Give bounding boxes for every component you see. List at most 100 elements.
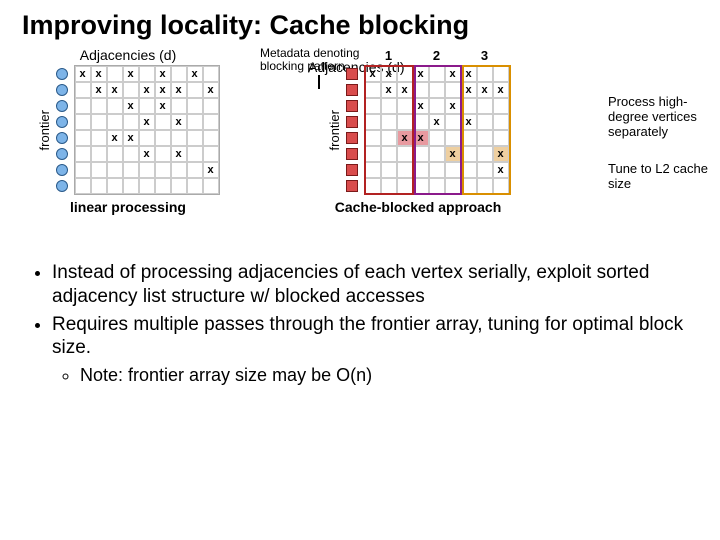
grid-cell bbox=[187, 162, 203, 178]
grid-cell bbox=[139, 130, 155, 146]
grid-cell bbox=[107, 178, 123, 194]
grid-cell bbox=[365, 130, 381, 146]
grid-cell bbox=[155, 162, 171, 178]
grid-cell bbox=[493, 114, 509, 130]
side-notes: Process high-degree vertices separately … bbox=[608, 95, 718, 192]
grid-cell: x bbox=[493, 146, 509, 162]
grid-cell: x bbox=[445, 66, 461, 82]
frontier-dot bbox=[56, 68, 68, 80]
grid-cell bbox=[493, 66, 509, 82]
grid-cell bbox=[123, 82, 139, 98]
grid-cell bbox=[139, 178, 155, 194]
grid-cell: x bbox=[381, 82, 397, 98]
grid-cell bbox=[477, 178, 493, 194]
grid-cell bbox=[381, 146, 397, 162]
grid-cell bbox=[203, 98, 219, 114]
grid-cell bbox=[461, 98, 477, 114]
grid-cell bbox=[171, 178, 187, 194]
grid-cell: x bbox=[91, 82, 107, 98]
grid-cell bbox=[75, 162, 91, 178]
grid-cell bbox=[429, 178, 445, 194]
grid-cell bbox=[365, 98, 381, 114]
grid-cell bbox=[187, 130, 203, 146]
grid-cell bbox=[461, 178, 477, 194]
left-adj-grid: xxxxxxxxxxxxxxxxxxxx bbox=[74, 65, 220, 195]
grid-cell bbox=[429, 82, 445, 98]
grid-cell: x bbox=[413, 98, 429, 114]
grid-cell bbox=[413, 146, 429, 162]
left-frontier-label: frontier bbox=[37, 110, 52, 150]
grid-cell bbox=[91, 114, 107, 130]
frontier-dot bbox=[56, 164, 68, 176]
grid-cell: x bbox=[461, 114, 477, 130]
grid-cell bbox=[155, 146, 171, 162]
grid-cell: x bbox=[171, 146, 187, 162]
grid-cell bbox=[493, 130, 509, 146]
grid-cell bbox=[365, 178, 381, 194]
grid-cell: x bbox=[107, 82, 123, 98]
grid-cell bbox=[75, 130, 91, 146]
grid-cell: x bbox=[123, 98, 139, 114]
grid-cell bbox=[397, 146, 413, 162]
grid-cell bbox=[413, 162, 429, 178]
grid-cell bbox=[187, 146, 203, 162]
grid-cell: x bbox=[429, 114, 445, 130]
grid-cell bbox=[365, 146, 381, 162]
grid-cell: x bbox=[381, 66, 397, 82]
frontier-dot bbox=[56, 100, 68, 112]
grid-cell bbox=[91, 162, 107, 178]
grid-cell bbox=[75, 146, 91, 162]
bullet-2: Requires multiple passes through the fro… bbox=[52, 313, 704, 387]
grid-cell bbox=[139, 162, 155, 178]
frontier-dot bbox=[346, 132, 358, 144]
grid-cell bbox=[107, 146, 123, 162]
grid-cell: x bbox=[155, 98, 171, 114]
grid-cell bbox=[91, 130, 107, 146]
grid-cell: x bbox=[461, 82, 477, 98]
right-panel: Adjacencies (d) frontier 1 2 3 xxxxxxxxx… bbox=[268, 47, 568, 215]
grid-cell: x bbox=[203, 162, 219, 178]
frontier-dot bbox=[346, 164, 358, 176]
grid-cell bbox=[107, 114, 123, 130]
grid-cell bbox=[203, 146, 219, 162]
grid-cell bbox=[461, 146, 477, 162]
grid-cell: x bbox=[477, 82, 493, 98]
grid-cell bbox=[155, 130, 171, 146]
grid-cell bbox=[397, 98, 413, 114]
grid-cell bbox=[187, 114, 203, 130]
right-caption: Cache-blocked approach bbox=[335, 199, 502, 215]
frontier-dot bbox=[346, 116, 358, 128]
grid-cell bbox=[477, 114, 493, 130]
bullet-list: Instead of processing adjacencies of eac… bbox=[0, 257, 720, 387]
grid-cell bbox=[139, 66, 155, 82]
grid-cell bbox=[445, 114, 461, 130]
block-num-2: 2 bbox=[413, 48, 461, 63]
grid-cell bbox=[107, 66, 123, 82]
grid-cell bbox=[397, 114, 413, 130]
grid-cell bbox=[155, 114, 171, 130]
frontier-dot bbox=[56, 148, 68, 160]
grid-cell bbox=[445, 130, 461, 146]
grid-cell bbox=[493, 98, 509, 114]
left-grid-wrap: frontier xxxxxxxxxxxxxxxxxxxx bbox=[37, 65, 220, 195]
grid-cell bbox=[429, 130, 445, 146]
grid-cell bbox=[187, 82, 203, 98]
grid-cell bbox=[477, 162, 493, 178]
block-number-row: 1 2 3 bbox=[365, 48, 509, 63]
grid-cell bbox=[477, 98, 493, 114]
frontier-dot bbox=[56, 180, 68, 192]
frontier-dot bbox=[346, 84, 358, 96]
grid-cell bbox=[155, 178, 171, 194]
grid-cell bbox=[91, 98, 107, 114]
grid-cell bbox=[139, 98, 155, 114]
bullet-2a: Note: frontier array size may be O(n) bbox=[80, 364, 704, 387]
grid-cell: x bbox=[397, 82, 413, 98]
grid-cell bbox=[203, 114, 219, 130]
right-frontier-column bbox=[346, 66, 358, 194]
grid-cell bbox=[171, 162, 187, 178]
grid-cell bbox=[171, 66, 187, 82]
left-caption: linear processing bbox=[70, 199, 186, 215]
grid-cell: x bbox=[155, 82, 171, 98]
right-frontier-label: frontier bbox=[327, 110, 342, 150]
grid-cell: x bbox=[107, 130, 123, 146]
